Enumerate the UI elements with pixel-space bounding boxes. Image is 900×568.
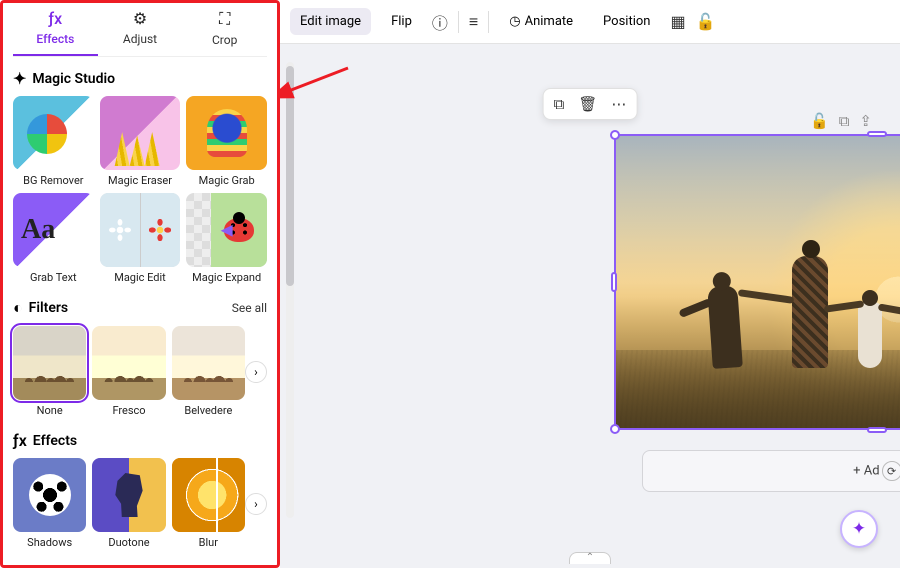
magic-edit-thumb: [100, 193, 181, 267]
effect-blur[interactable]: Blur: [172, 458, 245, 549]
resize-handle-bottom[interactable]: [867, 427, 887, 433]
filter-fresco-thumb: [92, 326, 165, 400]
show-pages-tab[interactable]: ⌃: [569, 552, 611, 564]
sparkle-icon: ✦: [13, 69, 26, 88]
element-floating-toolbar: ⧉ 🗑 ⋯: [543, 88, 638, 120]
card-label: Grab Text: [13, 271, 94, 284]
lock-icon[interactable]: 🔓: [696, 12, 716, 31]
page-share-icon[interactable]: ⇪: [859, 112, 872, 130]
magic-expand-thumb: ◄: [186, 193, 267, 267]
magic-grab-thumb: [186, 96, 267, 170]
canvas-area: Edit image Flip ⓘ ≡ ◷Animate Position ▦ …: [280, 0, 900, 568]
separator: [488, 11, 489, 33]
tab-label: Effects: [36, 32, 74, 46]
fx-icon: ƒx: [13, 9, 98, 28]
resize-handle-top[interactable]: [867, 131, 887, 137]
tool-magic-edit[interactable]: Magic Edit: [100, 193, 181, 284]
image-content: [616, 136, 900, 428]
fx-icon: ƒx: [13, 431, 27, 450]
card-label: Fresco: [92, 404, 165, 417]
add-page-button[interactable]: + Ad⟳age: [642, 450, 900, 492]
section-effects: ƒx Effects Shadows Duotone Blur ›: [13, 431, 267, 549]
tool-bg-remover[interactable]: BG Remover: [13, 96, 94, 187]
info-icon[interactable]: ⓘ: [432, 10, 448, 34]
filter-fresco[interactable]: Fresco: [92, 326, 165, 417]
effects-next-button[interactable]: ›: [245, 493, 267, 515]
card-label: Magic Expand: [186, 271, 267, 284]
transparency-icon[interactable]: ▦: [670, 12, 685, 31]
crop-icon: ⛶: [182, 9, 267, 29]
section-title-text: Effects: [33, 433, 77, 449]
card-label: Duotone: [92, 536, 165, 549]
filter-belvedere-thumb: [172, 326, 245, 400]
tool-grab-text[interactable]: Grab Text: [13, 193, 94, 284]
tool-magic-grab[interactable]: Magic Grab: [186, 96, 267, 187]
card-label: Magic Eraser: [100, 174, 181, 187]
duplicate-icon[interactable]: ⧉: [554, 95, 565, 113]
page-lock-icon[interactable]: 🔓: [810, 112, 829, 130]
card-label: None: [13, 404, 86, 417]
page-actions: 🔓 ⧉ ⇪: [810, 112, 872, 130]
ai-assistant-button[interactable]: ✦: [840, 510, 878, 548]
effects-sidebar: ƒx Effects ⚙ Adjust ⛶ Crop ✦ Magic Studi…: [0, 0, 280, 568]
animate-icon: ◷: [509, 14, 520, 29]
swap-icon: ⟳: [882, 461, 900, 481]
filter-belvedere[interactable]: Belvedere: [172, 326, 245, 417]
sliders-icon: ⚙: [98, 9, 183, 28]
card-label: BG Remover: [13, 174, 94, 187]
effect-duotone[interactable]: Duotone: [92, 458, 165, 549]
magic-eraser-thumb: [100, 96, 181, 170]
card-label: Blur: [172, 536, 245, 549]
tool-magic-expand[interactable]: ◄ Magic Expand: [186, 193, 267, 284]
see-all-filters[interactable]: See all: [232, 301, 267, 315]
section-title-text: Filters: [29, 300, 68, 316]
shadows-thumb: [13, 458, 86, 532]
filters-next-button[interactable]: ›: [245, 361, 267, 383]
bg-remover-thumb: [13, 96, 94, 170]
add-page-prefix: + Ad: [853, 463, 879, 478]
animate-label: Animate: [525, 14, 573, 29]
top-toolbar: Edit image Flip ⓘ ≡ ◷Animate Position ▦ …: [280, 0, 900, 44]
resize-handle-bl[interactable]: [610, 424, 620, 434]
tab-adjust[interactable]: ⚙ Adjust: [98, 9, 183, 56]
edit-image-button[interactable]: Edit image: [290, 8, 371, 35]
filter-none-thumb: [13, 326, 86, 400]
sidebar-tabs: ƒx Effects ⚙ Adjust ⛶ Crop: [13, 9, 267, 57]
card-label: Belvedere: [172, 404, 245, 417]
section-title-text: Magic Studio: [32, 71, 115, 87]
position-button[interactable]: Position: [593, 8, 660, 35]
page-duplicate-icon[interactable]: ⧉: [839, 112, 850, 130]
tool-magic-eraser[interactable]: Magic Eraser: [100, 96, 181, 187]
section-filters: ◐ Filters See all None Fresco Belvedere: [13, 298, 267, 417]
selected-image[interactable]: [614, 134, 900, 430]
card-label: Magic Edit: [100, 271, 181, 284]
animate-button[interactable]: ◷ Animate: [499, 8, 583, 35]
flip-button[interactable]: Flip: [381, 8, 422, 35]
section-magic-studio: ✦ Magic Studio BG Remover Magic Eraser M…: [13, 69, 267, 284]
more-icon[interactable]: ⋯: [611, 95, 626, 113]
filter-icon: ◐: [13, 298, 23, 318]
tab-label: Crop: [212, 33, 237, 47]
separator: [458, 11, 459, 33]
tab-crop[interactable]: ⛶ Crop: [182, 9, 267, 56]
card-label: Magic Grab: [186, 174, 267, 187]
blur-thumb: [172, 458, 245, 532]
card-label: Shadows: [13, 536, 86, 549]
sidebar-scrollbar-thumb[interactable]: [286, 66, 294, 286]
delete-icon[interactable]: 🗑: [578, 95, 597, 113]
align-icon[interactable]: ≡: [469, 12, 478, 32]
resize-handle-tl[interactable]: [610, 130, 620, 140]
grab-text-thumb: [13, 193, 94, 267]
duotone-thumb: [92, 458, 165, 532]
tab-label: Adjust: [123, 32, 157, 46]
sidebar-scrollbar-track[interactable]: [286, 62, 294, 518]
resize-handle-left[interactable]: [611, 272, 617, 292]
filter-none[interactable]: None: [13, 326, 86, 417]
tab-effects[interactable]: ƒx Effects: [13, 9, 98, 56]
effect-shadows[interactable]: Shadows: [13, 458, 86, 549]
